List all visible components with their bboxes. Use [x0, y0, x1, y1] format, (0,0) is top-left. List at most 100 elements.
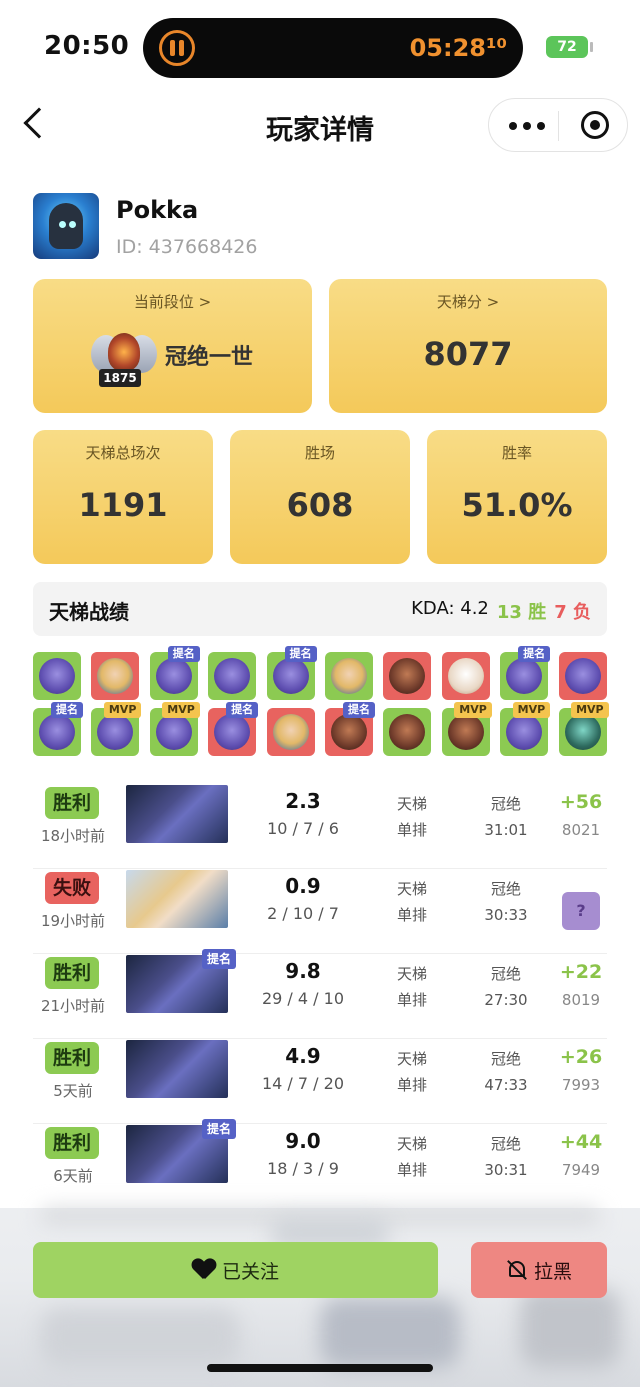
match-row[interactable]: 胜利 21小时前 提名 9.8 29 / 4 / 10 天梯 单排 冠绝 27:30 +22 801…: [33, 949, 607, 1039]
hero-portrait-icon: [39, 658, 75, 694]
match-rank: 冠绝 30:33: [481, 876, 531, 928]
hero-portrait: [126, 785, 228, 843]
match-row[interactable]: 失败 19小时前 0.9 2 / 10 / 7 天梯 单排 冠绝 30:33?: [33, 870, 607, 954]
hero-tile[interactable]: MVP: [91, 702, 142, 756]
status-bar: 20:50 05:28¹⁰ 72: [0, 0, 640, 92]
stat-value: 51.0%: [461, 486, 573, 524]
nominate-badge: 提名: [518, 646, 551, 662]
nominate-badge: 提名: [226, 702, 259, 718]
hero-tile[interactable]: 提名: [208, 702, 259, 756]
match-rank: 冠绝 31:01: [481, 791, 531, 843]
match-duration: 47:33: [484, 1076, 528, 1094]
match-duration: 30:33: [484, 906, 528, 924]
match-kda-detail: 2 / 10 / 7: [267, 904, 339, 923]
match-kda-detail: 10 / 7 / 6: [267, 819, 339, 838]
hero-portrait-icon: [389, 658, 426, 694]
match-rank-tier: 冠绝: [490, 1135, 521, 1153]
match-rank-tier: 冠绝: [490, 1050, 521, 1068]
hero-portrait: [126, 1040, 228, 1098]
more-icon[interactable]: [507, 111, 547, 139]
hero-tile[interactable]: [266, 708, 315, 756]
battery-tip: [590, 42, 593, 52]
hero-portrait-icon: [272, 658, 309, 694]
hero-tile[interactable]: [325, 652, 373, 700]
ladder-score-label: 天梯分 >: [436, 293, 500, 311]
result-badge: 胜利: [45, 787, 99, 819]
hero-portrait-icon: [272, 714, 309, 750]
timer-text: 05:28¹⁰: [409, 34, 507, 62]
hero-portrait-icon: [97, 714, 134, 750]
hero-tile[interactable]: 提名: [33, 702, 83, 756]
hero-portrait-icon: [39, 714, 75, 750]
match-duration: 27:30: [484, 991, 528, 1009]
ladder-score-card[interactable]: 天梯分 > 8077: [329, 279, 607, 413]
match-time-ago: 21小时前: [40, 997, 106, 1015]
dynamic-island[interactable]: 05:28¹⁰: [143, 18, 523, 78]
match-time-ago: 18小时前: [40, 827, 106, 845]
capsule-divider: [558, 111, 559, 141]
hero-tile[interactable]: MVP: [500, 702, 551, 756]
match-mode-type: 天梯: [396, 1135, 427, 1153]
match-time-ago: 6天前: [53, 1167, 93, 1185]
match-rank-tier: 冠绝: [490, 880, 521, 898]
match-row[interactable]: 胜利 5天前 4.9 14 / 7 / 20 天梯 单排 冠绝 47:33 +26 7993: [33, 1040, 607, 1124]
hero-tile[interactable]: 提名: [325, 702, 375, 756]
nominate-badge: 提名: [51, 702, 83, 718]
match-mode-queue: 单排: [396, 991, 427, 1009]
unknown-score-icon: ?: [562, 892, 600, 930]
hero-tile[interactable]: [208, 652, 257, 700]
hero-tile[interactable]: [558, 652, 607, 700]
block-button[interactable]: 拉黑: [471, 1242, 607, 1298]
wins-count: 13 胜: [496, 602, 547, 623]
mvp-badge: MVP: [162, 702, 200, 718]
hero-tile[interactable]: 提名: [500, 646, 551, 700]
match-mode-type: 天梯: [396, 965, 427, 983]
stat-label: 胜场: [304, 444, 335, 462]
stat-card-winrate: 胜率 51.0%: [427, 430, 607, 564]
rank-card[interactable]: 当前段位 > 1875 冠绝一世: [33, 279, 312, 413]
nominate-badge: 提名: [201, 1119, 236, 1139]
match-mode: 天梯 单排: [395, 1046, 429, 1098]
match-mode-queue: 单排: [396, 821, 427, 839]
home-indicator[interactable]: [207, 1364, 433, 1372]
block-label: 拉黑: [533, 1260, 572, 1283]
result-badge: 胜利: [45, 957, 99, 989]
rating-after: 8021: [561, 821, 601, 839]
nominate-badge: 提名: [284, 646, 317, 662]
hero-tile[interactable]: [383, 652, 432, 700]
recent-hero-grid: 提名 提名 提名 提名 MVP MVP 提名 提名 MVP MVP MVP: [33, 646, 609, 756]
match-kda-detail: 29 / 4 / 10: [261, 989, 345, 1008]
match-row[interactable]: 胜利 18小时前 2.3 10 / 7 / 6 天梯 单排 冠绝 31:01 +56 8021: [33, 785, 607, 869]
hero-tile[interactable]: 提名: [149, 646, 200, 700]
match-time-ago: 5天前: [53, 1082, 93, 1100]
stat-label: 天梯总场次: [85, 444, 161, 462]
ladder-record-header: 天梯战绩 KDA: 4.2 13 胜 7 负: [33, 582, 607, 636]
hero-portrait: 提名: [126, 949, 236, 1013]
rank-number: 1875: [99, 369, 141, 387]
close-mini-program-icon[interactable]: [581, 111, 609, 139]
score-change: +26: [559, 1046, 603, 1068]
follow-button[interactable]: 已关注: [33, 1242, 438, 1298]
hero-tile[interactable]: MVP: [441, 702, 492, 756]
hero-tile[interactable]: [91, 652, 140, 700]
stat-value: 608: [286, 486, 354, 524]
rating-after: 8019: [561, 991, 601, 1009]
hero-tile[interactable]: MVP: [149, 702, 200, 756]
result-badge: 失败: [45, 872, 99, 904]
match-rank: 冠绝 47:33: [481, 1046, 531, 1098]
hero-portrait-icon: [389, 714, 426, 750]
losses-count: 7 负: [554, 602, 591, 623]
nominate-badge: 提名: [201, 949, 236, 969]
hero-tile[interactable]: [33, 652, 81, 700]
rank-card-label: 当前段位 >: [133, 293, 212, 311]
hero-portrait-icon: [214, 658, 251, 694]
hero-tile[interactable]: [441, 652, 490, 700]
hero-portrait-icon: [447, 714, 484, 750]
hero-tile[interactable]: [383, 708, 432, 756]
score-change: +56: [559, 791, 603, 813]
nominate-badge: 提名: [343, 702, 375, 718]
hero-portrait-icon: [155, 714, 192, 750]
match-row[interactable]: 胜利 6天前 提名 9.0 18 / 3 / 9 天梯 单排 冠绝 30:31 +44 7949: [33, 1119, 607, 1209]
hero-tile[interactable]: MVP: [558, 702, 609, 756]
hero-tile[interactable]: 提名: [266, 646, 317, 700]
